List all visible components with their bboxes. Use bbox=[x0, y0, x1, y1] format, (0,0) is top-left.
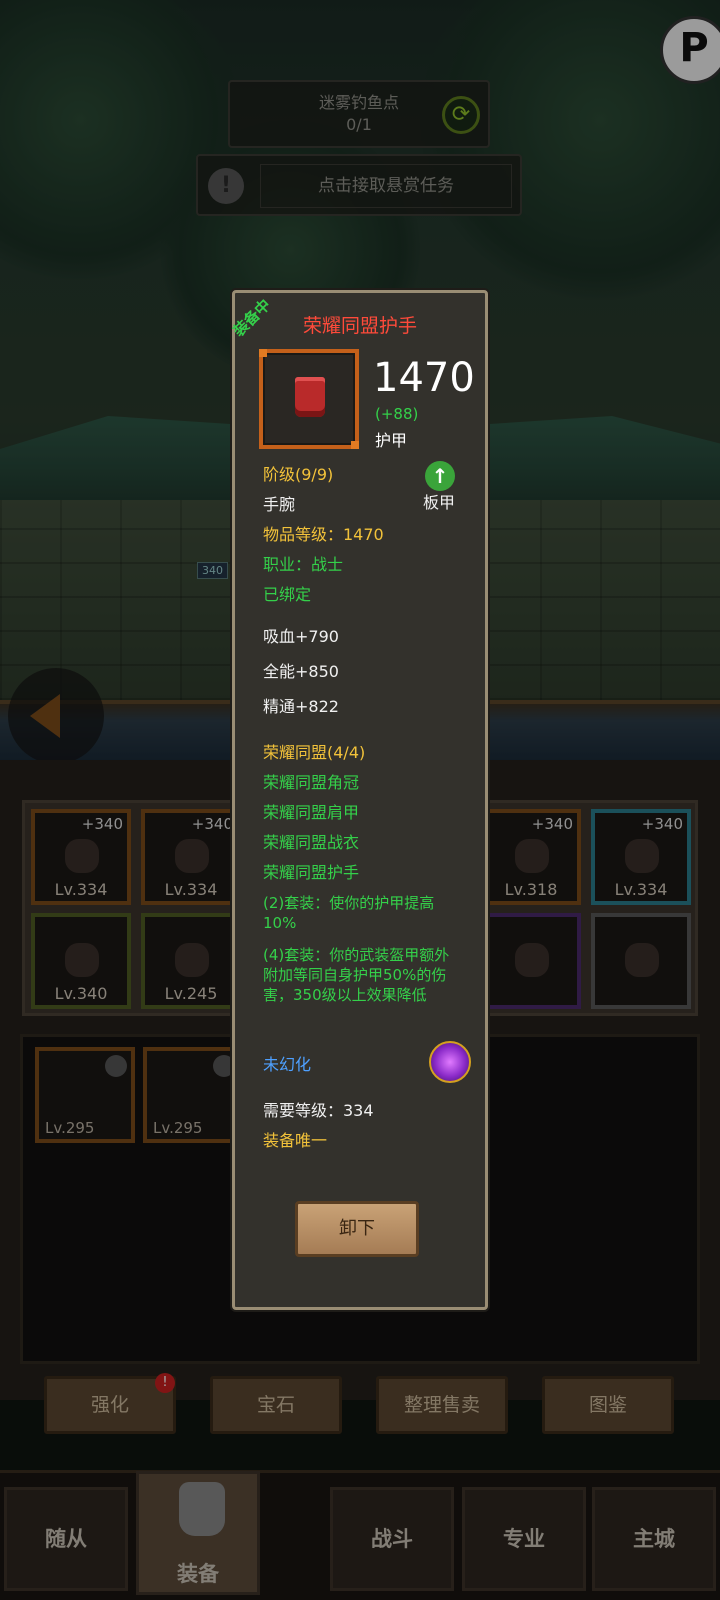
unique-equip: 装备唯一 bbox=[263, 1131, 328, 1150]
set-bonus-4: (4)套装：你的武装盔甲额外附加等同自身护甲50%的伤害，350级以上效果降低 bbox=[263, 946, 450, 1004]
stat-line: 吸血+790 bbox=[263, 627, 339, 646]
transmog-status: 未幻化 bbox=[263, 1055, 312, 1074]
stat-line: 精通+822 bbox=[263, 697, 339, 716]
binding-status: 已绑定 bbox=[263, 585, 312, 604]
set-piece: 荣耀同盟肩甲 bbox=[263, 803, 360, 822]
armor-value: 1470 bbox=[373, 355, 475, 401]
set-name: 荣耀同盟(4/4) bbox=[263, 743, 366, 762]
bracer-icon bbox=[295, 377, 325, 417]
item-tier: 阶级(9/9) bbox=[263, 465, 334, 484]
set-bonus-2: (2)套装：使你的护甲提高10% bbox=[263, 894, 435, 932]
item-level: 物品等级：1470 bbox=[263, 525, 384, 544]
required-level: 需要等级：334 bbox=[263, 1101, 374, 1120]
set-piece: 荣耀同盟角冠 bbox=[263, 773, 360, 792]
unequip-button[interactable]: 卸下 bbox=[295, 1201, 419, 1257]
item-name: 荣耀同盟护手 bbox=[302, 315, 417, 337]
set-piece: 荣耀同盟战衣 bbox=[263, 833, 360, 852]
upgrade-arrow-icon: ↑ bbox=[425, 461, 455, 491]
set-piece: 荣耀同盟护手 bbox=[263, 863, 360, 882]
item-icon-frame bbox=[259, 349, 359, 449]
item-slot: 手腕 bbox=[263, 495, 296, 514]
item-tooltip: 装备中 荣耀同盟护手 1470 (+88) 护甲 阶级(9/9) ↑ 手腕 板甲… bbox=[230, 290, 488, 1310]
armor-delta: (+88) bbox=[375, 405, 419, 423]
class-requirement: 职业：战士 bbox=[263, 555, 344, 574]
armor-type: 板甲 bbox=[422, 493, 455, 512]
armor-label: 护甲 bbox=[375, 431, 408, 450]
stat-line: 全能+850 bbox=[263, 662, 339, 681]
transmog-icon[interactable] bbox=[429, 1041, 471, 1083]
